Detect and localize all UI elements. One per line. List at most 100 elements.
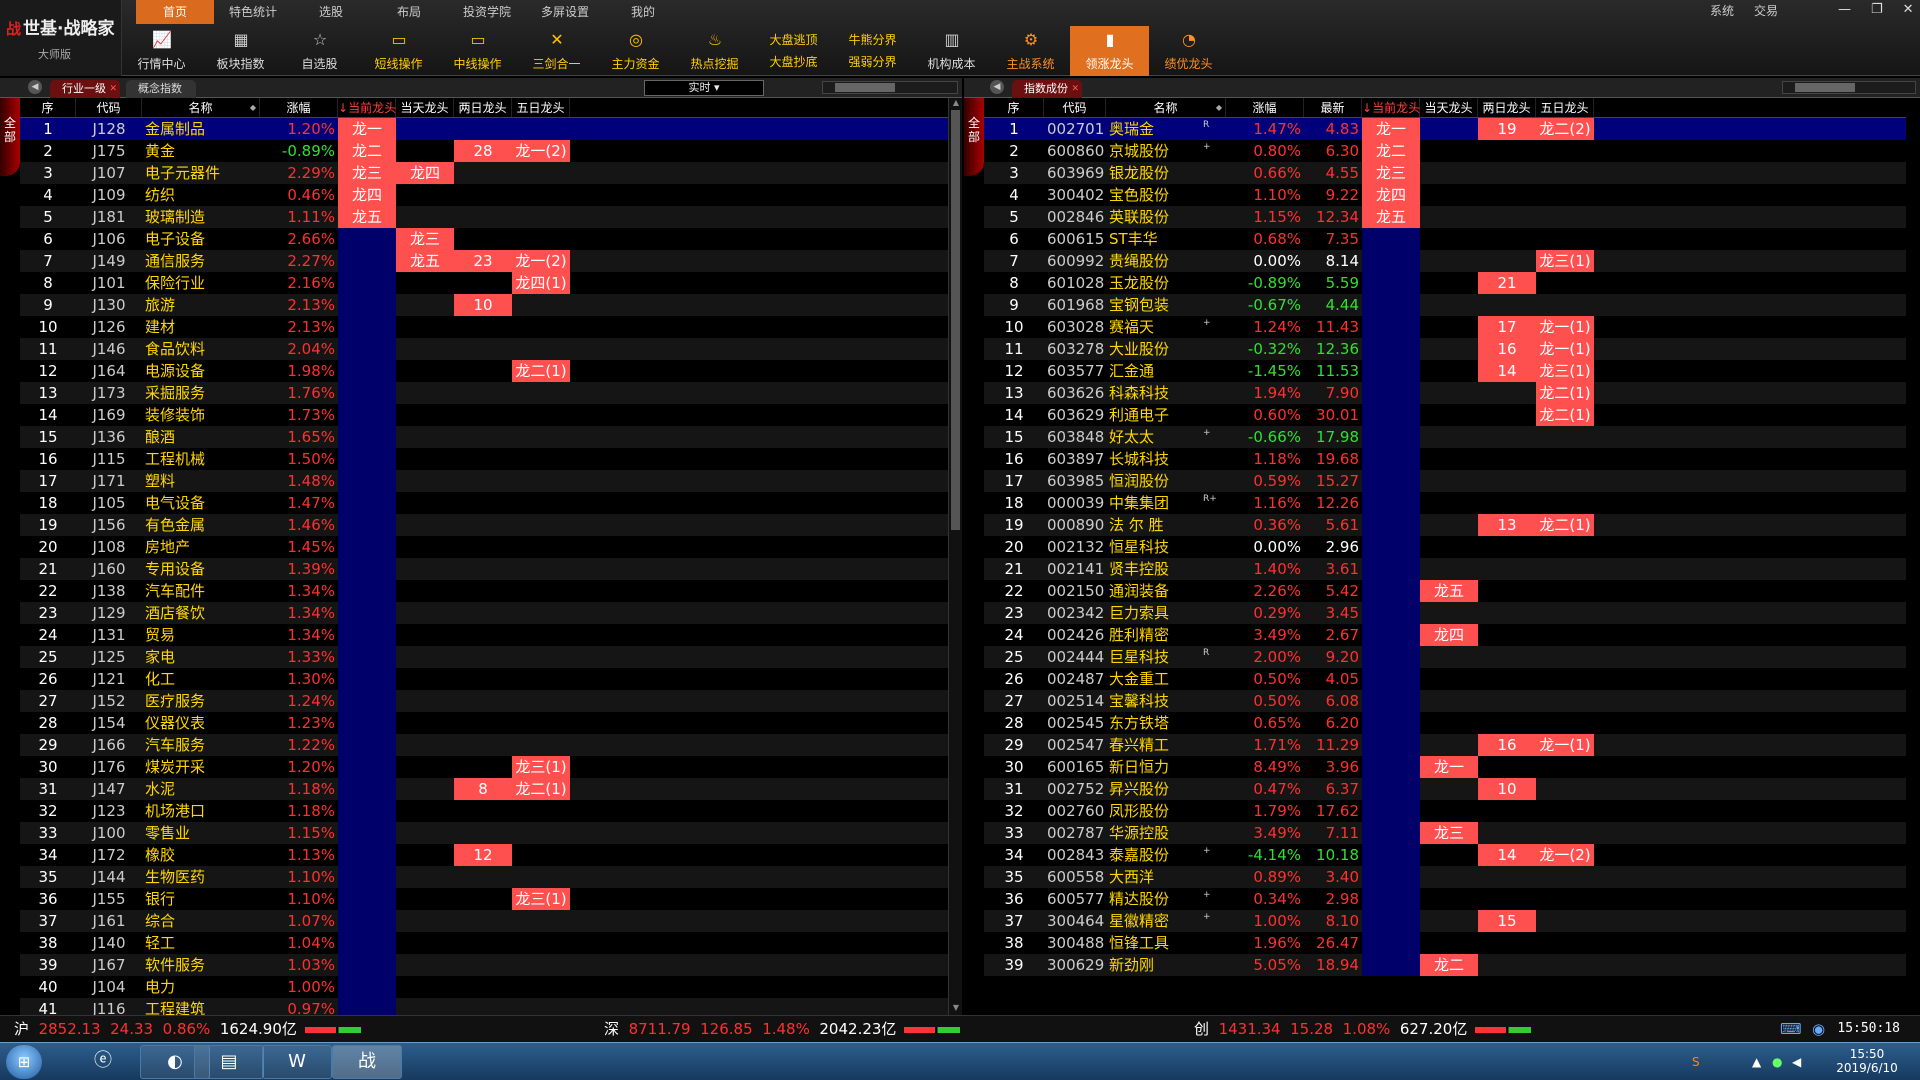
table-row[interactable]: 27 J152 医疗服务 1.24% [20, 690, 948, 712]
toolbar-button-5[interactable]: ✕ 三剑合一 [517, 26, 596, 76]
table-row[interactable]: 2 J175 黄金 -0.89% 龙二 28 龙一(2) [20, 140, 948, 162]
table-row[interactable]: 34 002843 泰嘉股份 + -4.14% 10.18 14 龙一(2) [984, 844, 1906, 866]
table-row[interactable]: 19 J156 有色金属 1.46% [20, 514, 948, 536]
side-filter-tab[interactable]: 全部 [0, 98, 20, 176]
table-row[interactable]: 1 J128 金属制品 1.20% 龙一 [20, 118, 948, 140]
menu-item-0[interactable]: 首页 [136, 0, 214, 24]
sysmenu-item-0[interactable]: 系统 [1710, 2, 1734, 19]
table-row[interactable]: 17 J171 塑料 1.48% [20, 470, 948, 492]
menu-item-4[interactable]: 投资学院 [448, 0, 526, 24]
horizontal-scrollbar[interactable] [822, 81, 958, 94]
tab-concept-index[interactable]: 概念指数 [126, 80, 196, 98]
toolbar-button[interactable]: 牛熊分界 [833, 31, 912, 48]
cy-index-quote[interactable]: 创 1431.34 15.28 1.08% 627.20亿 [1194, 1016, 1532, 1042]
table-row[interactable]: 31 J147 水泥 1.18% 8 龙二(1) [20, 778, 948, 800]
tray-app-icon[interactable]: S [1692, 1055, 1700, 1069]
scroll-up-icon[interactable]: ▲ [949, 98, 963, 110]
toolbar-button-11[interactable]: ⚙ 主战系统 [991, 26, 1070, 76]
table-row[interactable]: 21 J160 专用设备 1.39% [20, 558, 948, 580]
table-row[interactable]: 28 J154 仪器仪表 1.23% [20, 712, 948, 734]
maximize-icon[interactable]: ❐ [1871, 2, 1883, 17]
table-row[interactable]: 17 603985 恒润股份 0.59% 15.27 [984, 470, 1906, 492]
table-row[interactable]: 35 600558 大西洋 0.89% 3.40 [984, 866, 1906, 888]
menu-item-6[interactable]: 我的 [604, 0, 682, 24]
sysmenu-item-1[interactable]: 交易 [1754, 2, 1778, 19]
table-row[interactable]: 14 603629 利通电子 0.60% 30.01 龙二(1) [984, 404, 1906, 426]
table-row[interactable]: 8 601028 玉龙股份 -0.89% 5.59 21 [984, 272, 1906, 294]
table-row[interactable]: 37 300464 星徽精密 +1.00% 8.10 15 [984, 910, 1906, 932]
table-row[interactable]: 22 002150 通润装备 2.26% 5.42 龙五 [984, 580, 1906, 602]
table-row[interactable]: 14 J169 装修装饰 1.73% [20, 404, 948, 426]
scroll-down-icon[interactable]: ▼ [949, 1003, 963, 1015]
taskbar-clock[interactable]: 15:50 2019/6/10 [1832, 1047, 1902, 1075]
table-row[interactable]: 15 J136 酿酒 1.65% [20, 426, 948, 448]
table-row[interactable]: 34 J172 橡胶 1.13% 12 [20, 844, 948, 866]
tab-index-constituents[interactable]: 指数成份 ✕ [1012, 80, 1082, 98]
table-row[interactable]: 33 J100 零售业 1.15% [20, 822, 948, 844]
table-row[interactable]: 1 002701 奥瑞金 R 1.47% 4.83 龙一 19 龙二(2) [984, 118, 1906, 140]
toolbar-button-0[interactable]: 📈 行情中心 [122, 26, 201, 76]
column-header-1[interactable]: 代码 [76, 98, 142, 117]
table-row[interactable]: 23 002342 巨力索具 0.29% 3.45 [984, 602, 1906, 624]
menu-item-3[interactable]: 布局 [370, 0, 448, 24]
table-row[interactable]: 13 J173 采掘服务 1.76% [20, 382, 948, 404]
period-select[interactable]: 实时 ▾ [644, 80, 764, 96]
table-row[interactable]: 26 002487 大金重工 0.50% 4.05 [984, 668, 1906, 690]
table-row[interactable]: 9 J130 旅游 2.13% 10 [20, 294, 948, 316]
table-row[interactable]: 38 J140 轻工 1.04% [20, 932, 948, 954]
table-row[interactable]: 10 J126 建材 2.13% [20, 316, 948, 338]
column-header-7[interactable]: 两日龙头 [1478, 98, 1536, 117]
table-row[interactable]: 13 603626 科森科技 1.94% 7.90 龙二(1) [984, 382, 1906, 404]
tray-expand-icon[interactable]: ▲ [1752, 1055, 1761, 1069]
table-row[interactable]: 6 600615 ST丰华 0.68% 7.35 [984, 228, 1906, 250]
table-row[interactable]: 38 300488 恒锋工具 1.96% 26.47 [984, 932, 1906, 954]
toolbar-button[interactable]: 大盘逃顶 [754, 31, 833, 48]
table-row[interactable]: 33 002787 华源控股 3.49% 7.11 龙三 [984, 822, 1906, 844]
toolbar-button-3[interactable]: ▭ 短线操作 [359, 26, 438, 76]
table-row[interactable]: 28 002545 东方铁塔 0.65% 6.20 [984, 712, 1906, 734]
table-row[interactable]: 8 J101 保险行业 2.16% 龙四(1) [20, 272, 948, 294]
column-header-4[interactable]: ↓当前龙头 [338, 98, 396, 117]
horizontal-scrollbar[interactable] [1782, 81, 1916, 94]
tray-network-icon[interactable]: ● [1772, 1055, 1782, 1069]
toolbar-button-12[interactable]: ▮ 领涨龙头 [1070, 26, 1149, 76]
column-header-2[interactable]: 名称 ◆ [142, 98, 260, 117]
table-row[interactable]: 23 J129 酒店餐饮 1.34% [20, 602, 948, 624]
column-header-6[interactable]: 两日龙头 [454, 98, 512, 117]
table-row[interactable]: 19 000890 法 尔 胜 0.36% 5.61 13 龙二(1) [984, 514, 1906, 536]
minimize-icon[interactable]: — [1838, 2, 1851, 17]
zhanluejia-app-icon[interactable]: 战 [332, 1045, 402, 1079]
table-row[interactable]: 2 600860 京城股份 +0.80% 6.30 龙二 [984, 140, 1906, 162]
table-row[interactable]: 40 J104 电力 1.00% [20, 976, 948, 998]
table-row[interactable]: 35 J144 生物医药 1.10% [20, 866, 948, 888]
table-row[interactable]: 30 J176 煤炭开采 1.20% 龙三(1) [20, 756, 948, 778]
menu-item-2[interactable]: 选股 [292, 0, 370, 24]
table-row[interactable]: 32 J123 机场港口 1.18% [20, 800, 948, 822]
table-row[interactable]: 37 J161 综合 1.07% [20, 910, 948, 932]
table-row[interactable]: 18 000039 中集集团 R+ 1.16% 12.26 [984, 492, 1906, 514]
table-row[interactable]: 29 J166 汽车服务 1.22% [20, 734, 948, 756]
table-row[interactable]: 32 002760 凤形股份 1.79% 17.62 [984, 800, 1906, 822]
toolbar-button-4[interactable]: ▭ 中线操作 [438, 26, 517, 76]
table-row[interactable]: 21 002141 贤丰控股 1.40% 3.61 [984, 558, 1906, 580]
toolbar-button-1[interactable]: ▦ 板块指数 [201, 26, 280, 76]
table-row[interactable]: 20 J108 房地产 1.45% [20, 536, 948, 558]
toolbar-button-2[interactable]: ☆ 自选股 [280, 26, 359, 76]
browser-icon[interactable]: ⓔ [68, 1045, 138, 1079]
side-filter-tab[interactable]: 全部 [964, 98, 984, 176]
column-header-2[interactable]: 名称 ◆ [1106, 98, 1226, 117]
start-button-icon[interactable]: ⊞ [6, 1045, 42, 1079]
table-row[interactable]: 25 J125 家电 1.33% [20, 646, 948, 668]
folder-icon[interactable]: ▤ [194, 1045, 264, 1079]
table-row[interactable]: 29 002547 春兴精工 1.71% 11.29 16 龙一(1) [984, 734, 1906, 756]
table-row[interactable]: 4 300402 宝色股份 1.10% 9.22 龙四 [984, 184, 1906, 206]
column-header-7[interactable]: 五日龙头 [512, 98, 570, 117]
table-row[interactable]: 6 J106 电子设备 2.66% 龙三 [20, 228, 948, 250]
table-row[interactable]: 15 603848 好太太 + -0.66% 17.98 [984, 426, 1906, 448]
menu-item-5[interactable]: 多屏设置 [526, 0, 604, 24]
sh-index-quote[interactable]: 沪 2852.13 24.33 0.86% 1624.90亿 [14, 1016, 361, 1042]
table-row[interactable]: 5 J181 玻璃制造 1.11% 龙五 [20, 206, 948, 228]
toolbar-button-13[interactable]: ◔ 绩优龙头 [1149, 26, 1228, 76]
table-row[interactable]: 27 002514 宝馨科技 0.50% 6.08 [984, 690, 1906, 712]
toolbar-button-6[interactable]: ◎ 主力资金 [596, 26, 675, 76]
